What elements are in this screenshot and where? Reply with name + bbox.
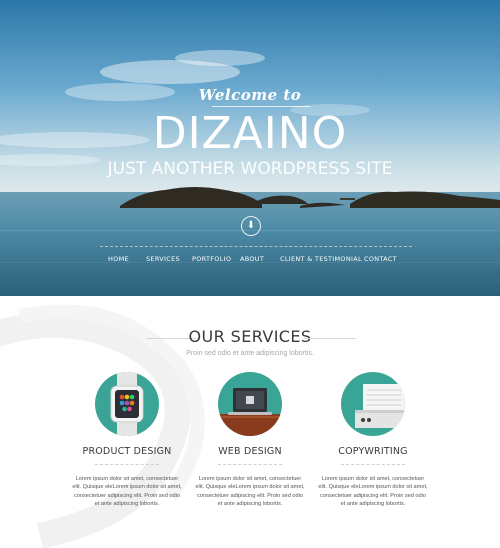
typewriter-icon [355,384,405,428]
web-design-description: Lorem ipsum dolor sit amet, consectetuer… [195,476,305,507]
service-card-product-design[interactable]: PRODUCT DESIGN Lorem ipsum dolor sit ame… [57,372,197,542]
nav-item-services[interactable]: SERVICES [146,255,180,263]
copywriting-description: Lorem ipsum dolor sit amet, consectetuer… [318,476,428,507]
welcome-heading: Welcome to [198,86,302,104]
nav-item-contact[interactable]: CONTACT [364,255,397,263]
nav-divider [100,246,412,247]
site-tagline: JUST ANOTHER WORDPRESS SITE [107,159,393,179]
laptop-icon [218,388,282,436]
service-card-copywriting[interactable]: COPYWRITING Lorem ipsum dolor sit amet, … [303,372,443,542]
copywriting-divider [341,464,405,465]
services-section: OUR SERVICES Proin sed odio et ante adip… [0,296,500,548]
hero-banner: Welcome to DIZAINO JUST ANOTHER WORDPRES… [0,0,500,296]
nav-item-client-testimonial[interactable]: CLIENT & TESTIMONIAL [280,255,362,263]
service-card-web-design[interactable]: WEB DESIGN Lorem ipsum dolor sit amet, c… [180,372,320,542]
title-line-right [304,338,356,339]
site-logo-title[interactable]: DIZAINO [0,108,500,160]
services-subtitle: Proin sed odio et ante adipiscing lobort… [186,350,314,357]
nav-item-home[interactable]: HOME [108,255,129,263]
nav-item-portfolio[interactable]: PORTFOLIO [192,255,231,263]
product-design-description: Lorem ipsum dolor sit amet, consectetuer… [72,476,182,507]
web-design-divider [218,464,282,465]
copywriting-title: COPYWRITING [338,446,408,457]
web-design-badge [218,372,282,436]
welcome-divider [212,106,310,107]
product-design-divider [95,464,159,465]
main-nav: HOME SERVICES PORTFOLIO ABOUT CLIENT & T… [0,255,500,265]
product-design-title: PRODUCT DESIGN [82,446,172,457]
scroll-down-button[interactable]: ⬇ [241,216,261,236]
arrow-down-icon: ⬇ [246,220,256,231]
nav-item-about[interactable]: ABOUT [240,255,264,263]
copywriting-badge [341,372,405,436]
web-design-title: WEB DESIGN [218,446,282,457]
product-design-badge [95,372,159,436]
services-title: OUR SERVICES [188,327,312,346]
smartwatch-icon [110,372,144,436]
